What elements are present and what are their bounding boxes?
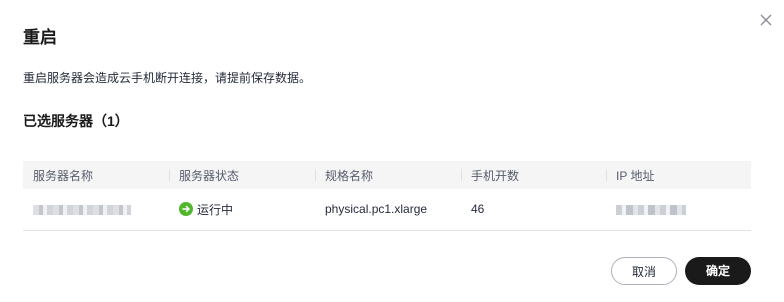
close-icon[interactable] — [758, 12, 774, 28]
restart-dialog: 重启 重启服务器会造成云手机断开连接，请提前保存数据。 已选服务器（1） 服务器… — [0, 0, 784, 302]
redacted-ip-address — [616, 205, 686, 216]
cell-server-status: 运行中 — [169, 189, 315, 230]
table-row: 运行中 physical.pc1.xlarge 46 — [23, 189, 751, 230]
status-text: 运行中 — [197, 202, 234, 217]
column-header-server-name: 服务器名称 — [33, 168, 94, 183]
cell-spec-name: physical.pc1.xlarge — [325, 202, 428, 217]
selected-servers-heading: 已选服务器（1） — [23, 113, 129, 129]
column-header-spec-name: 规格名称 — [315, 161, 461, 189]
table-header-row: 服务器名称 服务器状态 规格名称 手机开数 IP 地址 — [23, 161, 751, 189]
arrow-right-circle-icon — [179, 202, 193, 217]
column-header-ip-address: IP 地址 — [606, 161, 751, 189]
redacted-server-name — [33, 205, 131, 216]
dialog-title: 重启 — [23, 28, 57, 47]
cancel-button[interactable]: 取消 — [611, 257, 677, 285]
cell-server-name — [23, 189, 169, 230]
column-header-server-status: 服务器状态 — [169, 161, 315, 189]
restart-notice: 重启服务器会造成云手机断开连接，请提前保存数据。 — [23, 71, 312, 85]
column-header-phone-count: 手机开数 — [461, 161, 606, 189]
cell-phone-count: 46 — [471, 202, 485, 217]
selected-servers-table: 服务器名称 服务器状态 规格名称 手机开数 IP 地址 运行中 physical… — [23, 161, 751, 231]
confirm-button[interactable]: 确定 — [685, 257, 751, 285]
cell-ip-address — [606, 189, 751, 230]
